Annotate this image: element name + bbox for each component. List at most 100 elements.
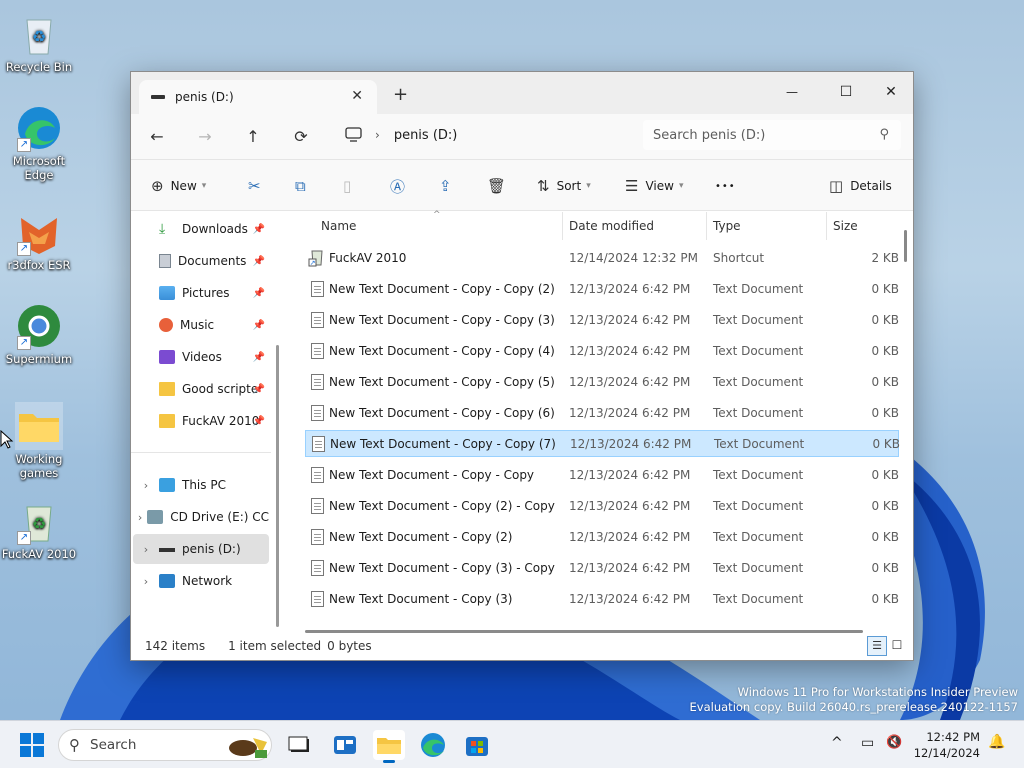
file-row[interactable]: New Text Document - Copy (3) - Copy 12/1… [305,554,899,581]
volume-muted-icon[interactable]: 🔇 [886,735,902,750]
pin-icon[interactable]: 📌 [253,320,265,331]
pin-icon[interactable]: 📌 [253,416,265,427]
pin-icon[interactable]: 📌 [253,352,265,363]
share-button[interactable]: ⇪ [439,174,459,198]
copy-button[interactable]: ⧉ [295,174,313,198]
new-tab-button[interactable]: + [393,84,408,105]
nav-item-penis-d[interactable]: › penis (D:) [133,534,269,564]
column-type[interactable]: Type [713,219,741,233]
details-view-icon[interactable]: ☰ [867,636,887,656]
svg-text:↗: ↗ [310,259,316,267]
column-name[interactable]: Name [321,219,356,233]
taskbar-store-button[interactable] [461,730,493,760]
text-file-icon [311,311,324,328]
svg-text:♻: ♻ [32,27,46,46]
text-file-icon [311,466,324,483]
paste-button[interactable]: ▯ [343,174,358,198]
sort-button[interactable]: ⇅ Sort ▾ [537,174,591,198]
column-separator[interactable] [562,212,563,240]
folder-icon [159,382,175,396]
desktop-icon-recycle-bin[interactable]: ♻ Recycle Bin [1,10,77,74]
pin-icon[interactable]: 📌 [253,224,265,235]
nav-item-documents[interactable]: Documents 📌 [133,246,269,276]
file-row-selected[interactable]: New Text Document - Copy - Copy (7) 12/1… [305,430,900,457]
back-button[interactable]: ← [143,124,171,152]
column-separator[interactable] [706,212,707,240]
file-row[interactable]: New Text Document - Copy - Copy (5) 12/1… [305,368,899,395]
pin-icon[interactable]: 📌 [253,288,265,299]
pin-icon[interactable]: 📌 [253,256,265,267]
column-size[interactable]: Size [833,219,858,233]
sort-icon: ⇅ [537,177,550,195]
title-bar: penis (D:) ✕ + — ☐ ✕ [131,72,913,114]
delete-button[interactable]: 🗑 [487,174,513,198]
tab-penis-d[interactable]: penis (D:) ✕ [139,80,377,114]
clock[interactable]: 12:42 PM 12/14/2024 [912,729,980,761]
details-pane-button[interactable]: ◫ Details [829,174,892,198]
taskbar-search-input[interactable]: ⚲ Search [58,729,272,761]
widgets-button[interactable] [329,730,361,760]
more-options-button[interactable]: ••• [715,174,736,198]
share-icon: ⇪ [439,177,452,195]
tray-chevron-icon[interactable]: ^ [831,735,843,751]
text-file-icon [311,280,324,297]
file-row[interactable]: ↗ FuckAV 2010 12/14/2024 12:32 PM Shortc… [305,244,899,271]
address-input[interactable]: › penis (D:) [331,120,631,150]
nav-item-cd-drive[interactable]: › CD Drive (E:) CC [133,502,269,532]
desktop-icon-supermium[interactable]: ↗ Supermium [1,302,77,366]
nav-item-good-scripte[interactable]: Good scripte 📌 [133,374,269,404]
close-window-button[interactable]: ✕ [868,78,914,106]
breadcrumb-separator: › [375,128,380,142]
up-button[interactable]: ↑ [239,124,267,152]
file-row[interactable]: New Text Document - Copy - Copy (2) 12/1… [305,275,899,302]
breadcrumb-location[interactable]: penis (D:) [394,128,458,143]
task-view-button[interactable] [283,730,315,760]
view-button[interactable]: ☰ View ▾ [625,174,683,198]
chevron-right-icon[interactable]: › [133,575,159,588]
new-button[interactable]: ⊕ New ▾ [151,174,206,198]
display-icon[interactable]: ▭ [861,735,874,751]
forward-button[interactable]: → [191,124,219,152]
file-row[interactable]: New Text Document - Copy - Copy (6) 12/1… [305,399,899,426]
search-input[interactable]: Search penis (D:) ⚲ [643,120,901,150]
desktop-icon-fuckav[interactable]: ♻ ↗ FuckAV 2010 [1,497,77,561]
file-row[interactable]: New Text Document - Copy (2) 12/13/2024 … [305,523,899,550]
search-placeholder: Search penis (D:) [653,127,766,143]
file-row[interactable]: New Text Document - Copy (2) - Copy 12/1… [305,492,899,519]
column-separator[interactable] [826,212,827,240]
maximize-button[interactable]: ☐ [823,78,869,106]
file-row[interactable]: New Text Document - Copy (3) 12/13/2024 … [305,585,899,612]
cut-button[interactable]: ✂ [248,174,268,198]
chevron-right-icon[interactable]: › [133,543,159,556]
notification-bell-icon[interactable]: 🔔 [988,734,1005,750]
tab-close-icon[interactable]: ✕ [351,88,363,104]
nav-scrollbar[interactable] [276,345,279,627]
plus-circle-icon: ⊕ [151,177,164,195]
chevron-right-icon[interactable]: › [133,511,147,524]
file-row[interactable]: New Text Document - Copy - Copy 12/13/20… [305,461,899,488]
column-date[interactable]: Date modified [569,219,654,233]
chevron-right-icon[interactable]: › [133,479,159,492]
file-row[interactable]: New Text Document - Copy - Copy (4) 12/1… [305,337,899,364]
rename-button[interactable]: Ⓐ [390,174,412,198]
nav-item-fuckav-2010[interactable]: FuckAV 2010 📌 [133,406,269,436]
nav-item-this-pc[interactable]: › This PC [133,470,269,500]
tiles-view-icon[interactable]: ☐ [887,636,907,656]
nav-item-downloads[interactable]: ⤓ Downloads 📌 [133,214,269,244]
file-row[interactable]: New Text Document - Copy - Copy (3) 12/1… [305,306,899,333]
taskbar-edge-button[interactable] [417,730,449,760]
taskbar-file-explorer-button[interactable] [373,730,405,763]
desktop-icon-edge[interactable]: ↗ Microsoft Edge [1,104,77,182]
desktop-icon-r3dfox[interactable]: ↗ r3dfox ESR [1,208,77,272]
pin-icon[interactable]: 📌 [253,384,265,395]
nav-item-videos[interactable]: Videos 📌 [133,342,269,372]
minimize-button[interactable]: — [769,78,815,106]
scissors-icon: ✂ [248,177,261,195]
nav-item-pictures[interactable]: Pictures 📌 [133,278,269,308]
recycle-bin-icon: ♻ [15,10,63,58]
nav-item-music[interactable]: Music 📌 [133,310,269,340]
start-button[interactable] [20,733,44,757]
file-list-vertical-scrollbar[interactable] [904,230,907,262]
refresh-button[interactable]: ⟳ [287,124,315,152]
nav-item-network[interactable]: › Network [133,566,269,596]
